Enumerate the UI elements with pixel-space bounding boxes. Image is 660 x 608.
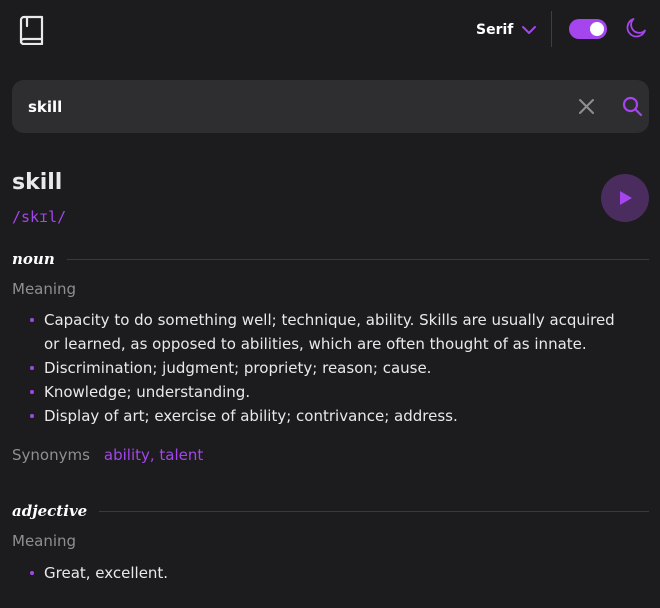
meaning-label: Meaning	[12, 280, 77, 298]
play-icon	[620, 191, 632, 205]
synonyms-label: Synonyms	[12, 446, 90, 464]
definition-item: Display of art; exercise of ability; con…	[28, 404, 628, 428]
entry-phonetic: /skɪl/	[12, 208, 67, 226]
moon-icon	[626, 18, 646, 38]
chevron-down-icon	[522, 26, 537, 34]
divider	[99, 510, 649, 512]
book-icon[interactable]	[18, 15, 46, 45]
definition-item: Discrimination; judgment; propriety; rea…	[28, 356, 628, 380]
close-icon[interactable]	[577, 97, 596, 116]
synonyms-link[interactable]: ability, talent	[104, 446, 203, 464]
part-of-speech-row: noun	[12, 249, 649, 269]
divider	[66, 258, 649, 260]
header-divider	[551, 11, 552, 47]
definition-item: Capacity to do something well; technique…	[28, 308, 628, 356]
definition-item: Knowledge; understanding.	[28, 380, 628, 404]
meaning-label: Meaning	[12, 532, 77, 550]
font-select[interactable]: Serif	[476, 19, 537, 41]
search-bar	[12, 80, 649, 133]
part-of-speech: adjective	[12, 502, 88, 520]
part-of-speech: noun	[12, 250, 55, 268]
search-icon[interactable]	[622, 96, 643, 117]
part-of-speech-row: adjective	[12, 501, 649, 521]
app-header: Serif	[0, 0, 660, 60]
definition-item: Great, excellent.	[28, 561, 628, 585]
entry-word: skill	[12, 170, 63, 195]
definition-list: Capacity to do something well; technique…	[28, 308, 628, 428]
synonyms-row: Synonyms ability, talent	[12, 446, 203, 464]
definition-list: Great, excellent.	[28, 561, 628, 585]
toggle-knob	[590, 22, 604, 36]
font-select-value: Serif	[476, 22, 514, 38]
search-input[interactable]	[28, 90, 548, 123]
theme-toggle[interactable]	[569, 19, 607, 39]
play-pronunciation-button[interactable]	[601, 174, 649, 222]
